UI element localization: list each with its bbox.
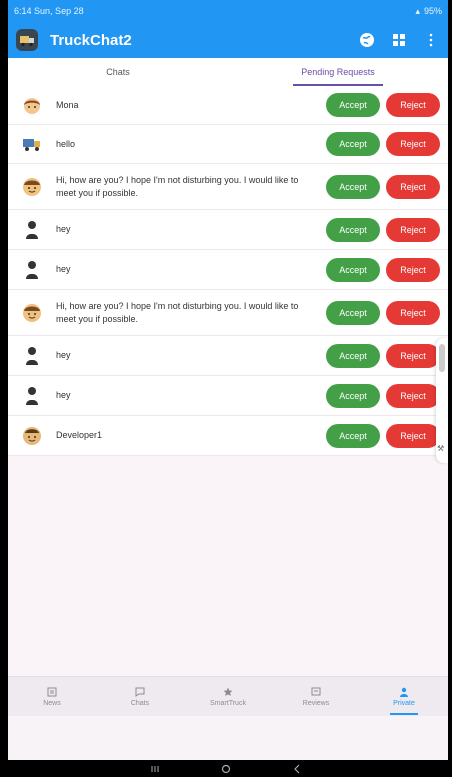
chat-icon (135, 687, 145, 697)
accept-button[interactable]: Accept (326, 343, 380, 368)
app-bar: TruckChat2 (8, 22, 448, 58)
request-row: Developer1 Accept Reject (8, 416, 448, 456)
status-date: Sun, Sep 28 (34, 6, 84, 16)
nav-label-smarttruck: SmartTruck (210, 700, 246, 707)
person-avatar-icon (22, 346, 42, 366)
accept-button[interactable]: Accept (326, 383, 380, 408)
star-icon (223, 687, 233, 696)
request-message: hey (56, 264, 71, 274)
request-actions: Accept Reject (326, 343, 440, 368)
home-icon[interactable] (219, 763, 233, 775)
reject-button[interactable]: Reject (386, 383, 440, 408)
status-time: 6:14 (14, 6, 32, 16)
request-actions: Accept Reject (326, 93, 440, 117)
request-row: hey Accept Reject (8, 250, 448, 290)
back-icon[interactable] (290, 763, 304, 775)
accept-button[interactable]: Accept (326, 217, 380, 242)
nav-item-private[interactable]: Private (360, 677, 448, 717)
nav-label-private: Private (393, 700, 415, 707)
truck-logo-icon (16, 29, 38, 51)
request-message: Hi, how are you? I hope I'm not disturbi… (56, 300, 299, 324)
request-actions: Accept Reject (326, 217, 440, 242)
request-message: hello (56, 138, 76, 149)
request-actions: Accept Reject (326, 257, 440, 282)
face-avatar-icon (22, 426, 42, 446)
request-message: Mona (56, 99, 79, 110)
reject-button[interactable]: Reject (386, 300, 440, 325)
bottom-spacer (8, 716, 448, 760)
tab-bar: Chats Pending Requests (8, 58, 448, 87)
status-right: ▴ 95% (415, 6, 442, 17)
nav-item-reviews[interactable]: Reviews (272, 677, 360, 717)
status-battery: 95% (423, 6, 442, 16)
person-icon (400, 687, 408, 697)
request-message: Developer1 (56, 430, 103, 440)
signal-icon: ▴ (415, 5, 420, 16)
pending-requests-list: Mona Accept Reject hello Accept Reject H… (8, 86, 448, 456)
girl-avatar-icon (22, 95, 42, 115)
accept-button[interactable]: Accept (326, 423, 380, 448)
request-actions: Accept Reject (326, 300, 440, 325)
app-actions (358, 31, 440, 49)
reject-button[interactable]: Reject (386, 93, 440, 117)
reviews-icon (311, 687, 321, 696)
request-row: Hi, how are you? I hope I'm not disturbi… (8, 290, 448, 336)
recent-apps-icon[interactable] (148, 763, 162, 775)
person-avatar-icon (22, 386, 42, 406)
tab-pending-requests[interactable]: Pending Requests (228, 58, 448, 86)
request-row: hello Accept Reject (8, 125, 448, 164)
edge-panel-handle[interactable]: ⚒ (436, 338, 448, 463)
phone-screen: 6:14 Sun, Sep 28 ▴ 95% TruckChat2 Chats … (8, 0, 448, 760)
status-left: 6:14 Sun, Sep 28 (14, 6, 84, 16)
request-row: Hi, how are you? I hope I'm not disturbi… (8, 164, 448, 210)
app-title: TruckChat2 (50, 31, 132, 49)
tools-icon[interactable]: ⚒ (437, 444, 444, 453)
request-message: Hi, how are you? I hope I'm not disturbi… (56, 174, 299, 198)
request-row: hey Accept Reject (8, 210, 448, 250)
status-bar: 6:14 Sun, Sep 28 ▴ 95% (8, 0, 448, 22)
globe-icon[interactable] (358, 31, 376, 49)
nav-label-chats: Chats (130, 700, 150, 707)
request-actions: Accept Reject (326, 383, 440, 408)
accept-button[interactable]: Accept (326, 132, 380, 156)
reject-button[interactable]: Reject (386, 257, 440, 282)
person-avatar-icon (22, 220, 42, 240)
nav-item-smarttruck[interactable]: SmartTruck (184, 677, 272, 717)
request-message: hey (56, 390, 71, 400)
face-avatar-icon (22, 177, 42, 197)
face-avatar-icon (22, 303, 42, 323)
truck-avatar-icon (22, 134, 42, 154)
nav-label-reviews: Reviews (302, 700, 330, 707)
reject-button[interactable]: Reject (386, 423, 440, 448)
news-icon (47, 687, 57, 697)
request-row: hey Accept Reject (8, 376, 448, 416)
request-row: hey Accept Reject (8, 336, 448, 376)
grid-icon[interactable] (390, 31, 408, 49)
person-avatar-icon (22, 260, 42, 280)
reject-button[interactable]: Reject (386, 217, 440, 242)
accept-button[interactable]: Accept (326, 257, 380, 282)
request-message: hey (56, 224, 71, 234)
accept-button[interactable]: Accept (326, 93, 380, 117)
nav-item-chats[interactable]: Chats (96, 677, 184, 717)
request-actions: Accept Reject (326, 174, 440, 199)
accept-button[interactable]: Accept (326, 174, 380, 199)
accept-button[interactable]: Accept (326, 300, 380, 325)
nav-item-news[interactable]: News (8, 677, 96, 717)
request-row: Mona Accept Reject (8, 86, 448, 125)
more-vert-icon[interactable] (422, 31, 440, 49)
nav-label-news: News (43, 700, 61, 707)
request-actions: Accept Reject (326, 132, 440, 156)
reject-button[interactable]: Reject (386, 343, 440, 368)
system-navigation-bar (0, 760, 452, 777)
reject-button[interactable]: Reject (386, 132, 440, 156)
request-actions: Accept Reject (326, 423, 440, 448)
tab-chats[interactable]: Chats (8, 58, 228, 86)
edge-panel-grip[interactable] (439, 344, 445, 372)
request-message: hey (56, 350, 71, 360)
bottom-navigation: News Chats SmartTruck Reviews Private (8, 676, 448, 717)
reject-button[interactable]: Reject (386, 174, 440, 199)
